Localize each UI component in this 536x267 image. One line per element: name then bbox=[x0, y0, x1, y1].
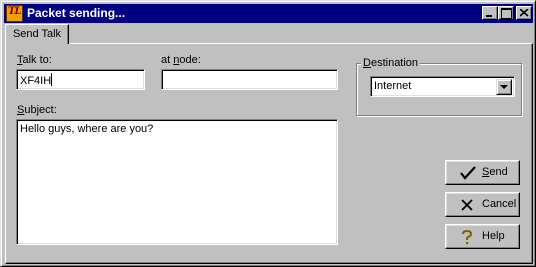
talk-to-value: XF4IH bbox=[20, 75, 52, 87]
cancel-button-label: Cancel bbox=[482, 198, 517, 210]
destination-selected: Internet bbox=[374, 80, 412, 92]
destination-label: Destination bbox=[361, 57, 421, 69]
close-icon bbox=[520, 9, 529, 17]
destination-select[interactable]: Internet bbox=[370, 76, 515, 97]
checkmark-icon bbox=[460, 166, 476, 180]
help-button[interactable]: Help bbox=[445, 224, 520, 249]
cancel-button[interactable]: Cancel bbox=[445, 192, 520, 217]
help-button-label: Help bbox=[482, 230, 505, 242]
subject-label: Subject: bbox=[17, 104, 57, 116]
minimize-button[interactable] bbox=[482, 6, 498, 20]
maximize-button[interactable] bbox=[498, 6, 514, 20]
close-button[interactable] bbox=[516, 6, 532, 20]
tab-send-talk[interactable]: Send Talk bbox=[5, 24, 69, 44]
packet-sending-window: TL Packet sending... Send Talk Talk to: … bbox=[0, 0, 536, 267]
at-node-label: at node: bbox=[161, 54, 201, 66]
talk-to-input[interactable]: XF4IH bbox=[16, 69, 145, 90]
text-caret bbox=[51, 73, 53, 86]
subject-textarea[interactable]: Hello guys, where are you? bbox=[16, 119, 338, 245]
x-icon bbox=[461, 199, 473, 211]
question-icon bbox=[462, 230, 473, 245]
window-title: Packet sending... bbox=[27, 6, 126, 20]
subject-value: Hello guys, where are you? bbox=[20, 123, 154, 135]
talk-to-label: Talk to: bbox=[17, 54, 52, 66]
dropdown-arrow-button[interactable] bbox=[496, 79, 512, 95]
send-button-label: Send bbox=[482, 166, 508, 178]
send-button[interactable]: Send bbox=[445, 160, 520, 185]
title-bar[interactable]: TL Packet sending... bbox=[4, 4, 533, 23]
at-node-input[interactable] bbox=[161, 69, 338, 90]
app-icon[interactable]: TL bbox=[6, 5, 23, 22]
